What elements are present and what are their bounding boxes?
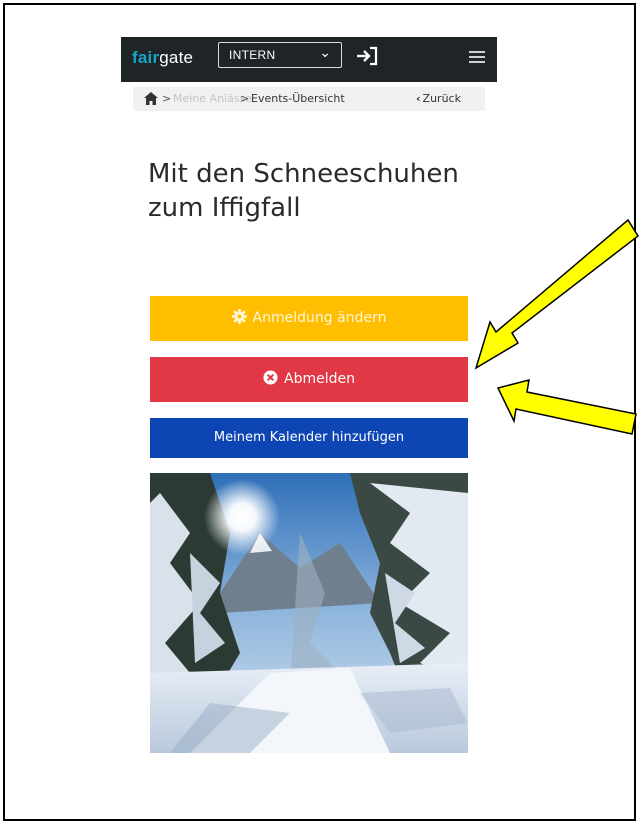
unregister-label: Abmelden bbox=[284, 371, 355, 387]
top-navigation-bar: fairgate INTERN ⌄ bbox=[121, 37, 497, 82]
change-registration-label: Anmeldung ändern bbox=[252, 310, 387, 326]
add-to-calendar-label: Meinem Kalender hinzufügen bbox=[213, 430, 405, 445]
event-photo-snowy-forest bbox=[150, 473, 468, 753]
change-registration-button[interactable]: Anmeldung ändern bbox=[150, 296, 468, 341]
breadcrumb-separator: > bbox=[162, 92, 172, 105]
breadcrumb: > Meine Anlässe > Events-Übersicht ‹ Zurü… bbox=[133, 87, 485, 111]
logo-fair-text: fair bbox=[132, 48, 160, 67]
sign-in-icon[interactable] bbox=[355, 45, 379, 67]
logo-gate-text: gate bbox=[159, 48, 194, 67]
page-title: Mit den Schneeschuhen zum Iffigfall bbox=[148, 159, 459, 223]
area-select-value: INTERN bbox=[229, 48, 276, 62]
home-icon[interactable] bbox=[144, 92, 158, 105]
gear-icon bbox=[231, 308, 247, 324]
breadcrumb-item-events-uebersicht[interactable]: Events-Übersicht bbox=[251, 92, 345, 105]
back-link-label: Zurück bbox=[422, 92, 461, 105]
add-to-calendar-button[interactable]: Meinem Kalender hinzufügen bbox=[150, 418, 468, 458]
breadcrumb-separator: > bbox=[240, 92, 250, 105]
chevron-down-icon: ⌄ bbox=[319, 44, 331, 60]
unregister-button[interactable]: Abmelden bbox=[150, 357, 468, 402]
area-select[interactable]: INTERN ⌄ bbox=[218, 42, 342, 68]
fairgate-logo[interactable]: fairgate bbox=[132, 48, 193, 68]
back-link[interactable]: ‹ Zurück bbox=[416, 92, 461, 105]
chevron-left-icon: ‹ bbox=[416, 92, 421, 105]
mobile-viewport: fairgate INTERN ⌄ > Meine Anlässe > Even… bbox=[121, 37, 497, 777]
hamburger-menu-icon[interactable] bbox=[469, 51, 485, 65]
times-circle-icon bbox=[263, 369, 278, 385]
